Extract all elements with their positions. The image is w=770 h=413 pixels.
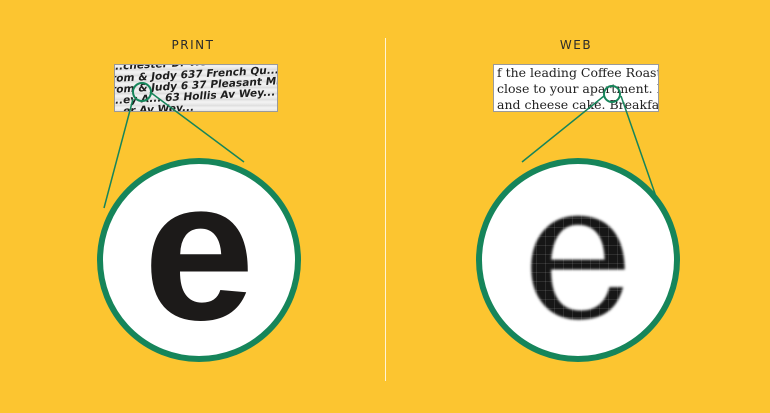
comparison-diagram: PRINT WEB ...chester Dr Wswd... rom & Jo… (0, 0, 770, 413)
print-letter-e: e (143, 158, 255, 362)
print-connector-right (149, 91, 245, 163)
print-magnifier: e (97, 158, 301, 362)
web-connector-left (521, 95, 605, 163)
web-letter-e: e (521, 158, 635, 362)
web-zoom-ring (603, 85, 621, 103)
web-magnifier: e (476, 158, 680, 362)
print-zoom-ring (132, 82, 152, 102)
